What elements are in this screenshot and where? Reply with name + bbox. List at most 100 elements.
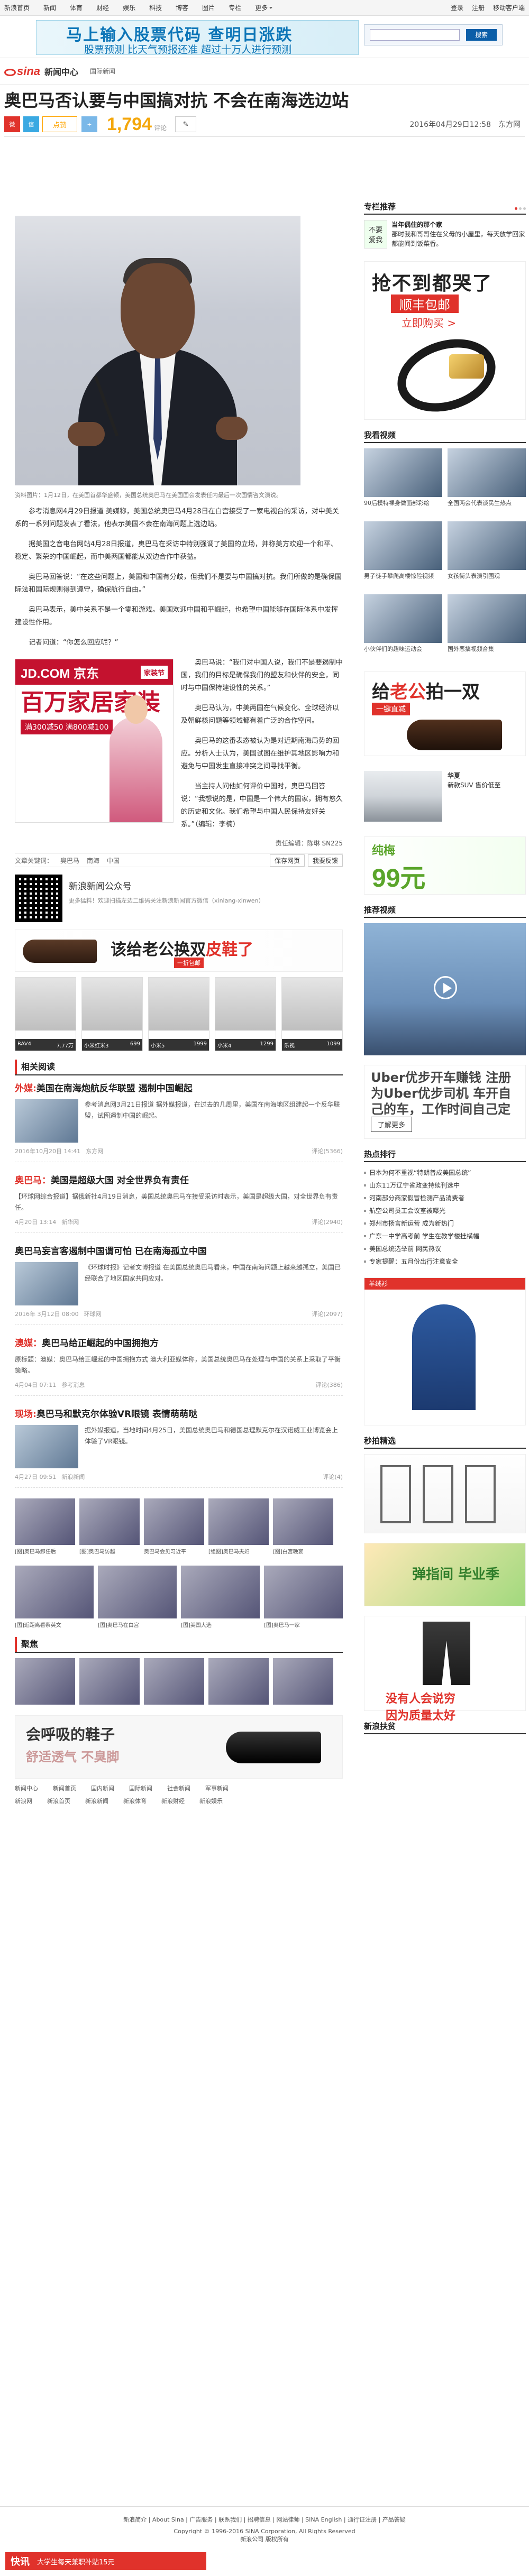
bottom-shoe-ad[interactable]: 会呼吸的鞋子 舒适透气 不臭脚 [15,1715,343,1779]
mobile-client-link[interactable]: 移动客户端 [493,3,525,12]
news-thumbnail[interactable] [15,1425,78,1468]
recommended-video-player[interactable] [364,923,526,1055]
news-comments[interactable]: 评论(386) [315,1381,343,1389]
related-news-item[interactable]: 外媒:美国在南海炮航反华联盟 遏制中国崛起 参考消息网3月21日报道 据外媒报道… [15,1081,343,1162]
gallery-image[interactable] [144,1498,204,1545]
hot-item[interactable]: 美国总统选举前 网民热议 [364,1243,526,1255]
hot-item[interactable]: 郑州市扬言新运营 成为新热门 [364,1217,526,1230]
tag-link[interactable]: 中国 [107,856,120,865]
gallery-image[interactable] [15,1498,75,1545]
topnav-item-tech[interactable]: 科技 [149,3,162,12]
gallery-image[interactable] [15,1658,75,1705]
footer-links[interactable]: 新浪简介 | About Sina | 广告服务 | 联系我们 | 招聘信息 |… [0,2515,529,2524]
news-comments[interactable]: 评论(4) [323,1473,343,1481]
write-comment-icon[interactable]: ✎ [175,116,197,132]
shoe-ad-banner[interactable]: 该给老公换双皮鞋了 一折包邮 [15,930,343,972]
bottom-nav-link[interactable]: 新闻首页 [53,1784,76,1792]
video-card[interactable]: 小伙伴们的趣味运动会 [364,594,442,662]
news-flash-bar[interactable]: 快讯 大学生每天兼职补贴15元 [5,2552,206,2570]
gallery-caption[interactable]: [图]奥巴马在白宫 [98,1621,177,1629]
topnav-item-news[interactable]: 新闻 [43,3,56,12]
tag-link[interactable]: 南海 [87,856,99,865]
topnav-item-column[interactable]: 专栏 [229,3,241,12]
topnav-item-more[interactable]: 更多 [255,3,273,12]
news-comments[interactable]: 评论(5366) [312,1147,343,1155]
gallery-image[interactable] [273,1658,333,1705]
topnav-item-home[interactable]: 新浪首页 [4,3,30,12]
picks-image[interactable] [364,1454,526,1533]
bottom-nav-link[interactable]: 国内新闻 [91,1784,114,1792]
gallery-image[interactable] [208,1498,269,1545]
video-card[interactable]: 女孩街头表演引围观 [448,521,526,589]
dot-icon[interactable] [515,207,517,210]
bottom-nav-link[interactable]: 新浪新闻 [85,1797,108,1805]
news-comments[interactable]: 评论(2940) [312,1218,343,1226]
suv-ad[interactable]: 华夏 新款SUV 售价低至 [364,766,526,827]
related-news-item[interactable]: 奥巴马妄言客遏制中国谓可怕 已在南海孤立中国 《环球时报》记者文博报道 在美国总… [15,1244,343,1325]
dot-icon[interactable] [523,207,526,210]
gallery-image[interactable] [208,1658,269,1705]
tag-link[interactable]: 奥巴马 [60,856,79,865]
bottom-nav-link[interactable]: 新浪网 [15,1797,32,1805]
comment-count[interactable]: 1,794 [107,114,152,135]
gallery-image[interactable] [181,1566,260,1618]
bottom-nav-link[interactable]: 社会新闻 [167,1784,190,1792]
hot-item[interactable]: 航空公司员工会议室被曝光 [364,1204,526,1217]
gallery-caption[interactable]: [图]美国大选 [181,1621,260,1629]
related-news-item[interactable]: 现场:奥巴马和默克尔体验VR眼镜 表情萌萌哒 据外媒报道，当地时间4月25日，美… [15,1406,343,1488]
bottom-nav-link[interactable]: 国际新闻 [129,1784,152,1792]
gallery-caption[interactable]: [图]奥巴马一家 [264,1621,343,1629]
topnav-item-photo[interactable]: 图片 [202,3,215,12]
product-card[interactable]: 小米4 1299 [215,977,276,1051]
video-card[interactable]: 90后模特裸身做面部彩绘 [364,448,442,516]
news-comments[interactable]: 评论(2097) [312,1310,343,1318]
weibo-share-icon[interactable]: 微 [4,116,20,132]
bottom-nav-link[interactable]: 新浪财经 [161,1797,185,1805]
weixin-share-icon[interactable]: 信 [23,116,39,132]
jd-ad[interactable]: JD.COM 京东 家装节 百万家居家装 满300减50 满800减100 [15,659,174,823]
hot-item[interactable]: 河南部分商家假冒检测产品消费者 [364,1192,526,1204]
uber-ad[interactable]: Uber优步开车赚钱 注册为Uber优步司机 车开自己的车，工作时间自己定 了解… [364,1065,526,1139]
add-share-icon[interactable]: + [81,116,97,132]
gallery-image[interactable] [15,1566,94,1618]
related-news-title[interactable]: 外媒:美国在南海炮航反华联盟 遏制中国崛起 [15,1081,343,1094]
news-thumbnail[interactable] [15,1099,78,1143]
graduation-ad[interactable]: 弹指间 毕业季 [364,1543,526,1606]
related-news-item[interactable]: 澳媒：奥巴马给正崛起的中国拥抱方 原标题：澳媒：奥巴马给正崛起的中国拥抱方式 澳… [15,1336,343,1396]
sina-logo[interactable]: sina 新闻中心 [4,65,78,78]
topnav-item-ent[interactable]: 娱乐 [123,3,135,12]
article-source[interactable]: 东方网 [498,119,521,130]
gallery-caption[interactable]: [图]白宫晚宴 [273,1547,333,1555]
bottom-nav-link[interactable]: 新浪体育 [123,1797,147,1805]
hot-item[interactable]: 专家提醒：五月份出行注意安全 [364,1255,526,1268]
gallery-caption[interactable]: [图]奥巴马卸任后 [15,1547,75,1555]
product-card[interactable]: 小米红米3 699 [81,977,143,1051]
bottom-nav-link[interactable]: 军事新闻 [205,1784,229,1792]
gallery-image[interactable] [144,1658,204,1705]
video-card[interactable]: 全国两会代表谈民生热点 [448,448,526,516]
video-card[interactable]: 国外恶搞视频合集 [448,594,526,662]
login-link[interactable]: 登录 [451,3,463,12]
feedback-button[interactable]: 我要反馈 [307,854,343,867]
related-news-title[interactable]: 奥巴马：美国是超级大国 对全世界负有责任 [15,1173,343,1186]
gift-shoe-ad[interactable]: 给老公拍一双 一键直减 [364,671,526,756]
product-card[interactable]: 小米5 1999 [148,977,209,1051]
bottom-nav-link[interactable]: 新浪首页 [47,1797,70,1805]
related-news-title[interactable]: 澳媒：奥巴马给正崛起的中国拥抱方 [15,1336,343,1349]
pants-ad[interactable]: 没有人会说穷 因为质量太好 [364,1616,526,1723]
hot-item[interactable]: 山东11万辽宁省政变持续刊选中 [364,1179,526,1192]
save-page-button[interactable]: 保存网页 [269,854,305,867]
play-icon[interactable] [434,976,457,999]
hot-item[interactable]: 广东一中学高考前 学生在教学楼挂横幅 [364,1230,526,1243]
topnav-item-sports[interactable]: 体育 [70,3,83,12]
carousel-dots[interactable] [515,207,526,210]
bottom-nav-link[interactable]: 新闻中心 [15,1784,38,1792]
like-button[interactable]: 点赞 [42,116,77,132]
sweater-ad[interactable]: 羊绒衫 [364,1277,526,1425]
gallery-caption[interactable]: 奥巴马会见习近平 [144,1547,204,1555]
bottom-nav-link[interactable]: 新浪娱乐 [199,1797,223,1805]
column-item[interactable]: 不要 爱我 当年偶住的那个家 那时我和哥哥住在父母的小屋里，每天放学回家都能闻到饭菜… [364,215,526,252]
search-input[interactable] [370,29,460,41]
gallery-image[interactable] [98,1566,177,1618]
gallery-caption[interactable]: [图]奥巴马访越 [79,1547,140,1555]
